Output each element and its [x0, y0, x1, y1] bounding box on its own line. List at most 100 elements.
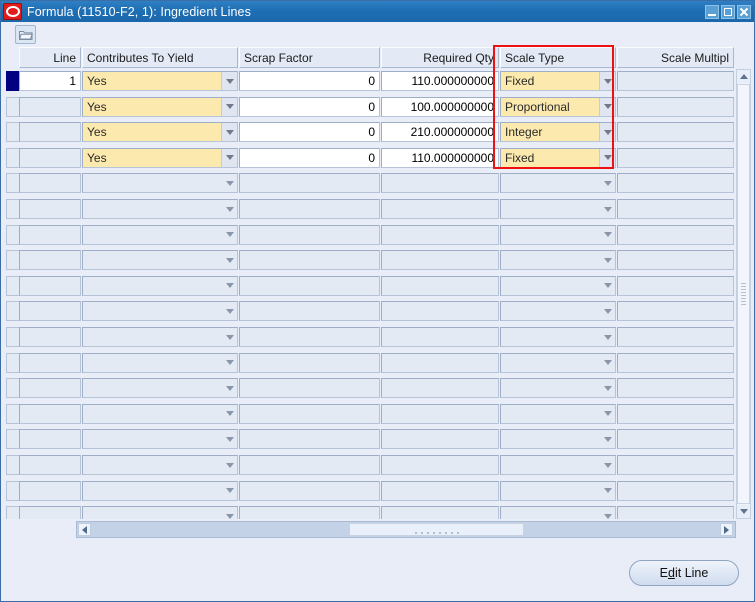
minimize-icon[interactable]: [705, 4, 719, 19]
chevron-down-icon[interactable]: [599, 123, 615, 142]
table-row[interactable]: [6, 171, 751, 197]
table-row[interactable]: [6, 402, 751, 428]
cell-scrap-factor[interactable]: [239, 301, 380, 322]
cell-scrap-factor[interactable]: 0: [239, 122, 380, 143]
cell-scale-multiplier[interactable]: [617, 403, 734, 424]
cell-required-qty[interactable]: [381, 506, 499, 519]
table-row[interactable]: [6, 453, 751, 479]
scroll-up-icon[interactable]: [737, 70, 750, 83]
chevron-down-icon[interactable]: [222, 456, 237, 474]
vertical-scrollbar-thumb[interactable]: [737, 84, 750, 504]
cell-contributes-to-yield[interactable]: [82, 506, 238, 519]
chevron-down-icon[interactable]: [600, 174, 615, 192]
scroll-right-icon[interactable]: [720, 523, 733, 536]
chevron-down-icon[interactable]: [222, 226, 237, 244]
chevron-down-icon[interactable]: [221, 148, 237, 167]
cell-scale-type[interactable]: [500, 173, 616, 194]
cell-scale-type[interactable]: [500, 378, 616, 399]
cell-scale-multiplier[interactable]: [617, 327, 734, 347]
cell-scale-multiplier[interactable]: [617, 455, 734, 475]
table-row[interactable]: [6, 479, 751, 505]
cell-contributes-to-yield[interactable]: Yes: [82, 122, 238, 143]
chevron-down-icon[interactable]: [222, 354, 237, 372]
cell-line[interactable]: [19, 122, 81, 143]
cell-required-qty[interactable]: [381, 480, 499, 501]
cell-required-qty[interactable]: [381, 250, 499, 271]
cell-line[interactable]: [19, 429, 81, 450]
cell-required-qty[interactable]: 210.000000000: [381, 122, 499, 143]
cell-scale-type[interactable]: Fixed: [500, 71, 616, 91]
cell-line[interactable]: [19, 455, 81, 475]
title-bar[interactable]: Formula (11510-F2, 1): Ingredient Lines: [1, 1, 754, 22]
cell-scale-multiplier[interactable]: [617, 275, 734, 296]
cell-contributes-to-yield[interactable]: Yes: [82, 71, 238, 91]
cell-contributes-to-yield[interactable]: [82, 250, 238, 271]
cell-scale-type[interactable]: [500, 224, 616, 245]
cell-contributes-to-yield[interactable]: Yes: [82, 147, 238, 168]
cell-required-qty[interactable]: 110.000000000: [381, 147, 499, 168]
cell-scale-multiplier[interactable]: [617, 147, 734, 168]
cell-scale-type[interactable]: Integer: [500, 122, 616, 143]
cell-scale-multiplier[interactable]: [617, 506, 734, 519]
cell-scale-multiplier[interactable]: [617, 71, 734, 91]
cell-required-qty[interactable]: [381, 455, 499, 475]
table-row[interactable]: [6, 248, 751, 274]
cell-line[interactable]: [19, 224, 81, 245]
maximize-icon[interactable]: [721, 4, 735, 19]
chevron-down-icon[interactable]: [222, 277, 237, 295]
cell-required-qty[interactable]: [381, 199, 499, 219]
chevron-down-icon[interactable]: [221, 123, 237, 142]
cell-required-qty[interactable]: 110.000000000: [381, 71, 499, 91]
chevron-down-icon[interactable]: [599, 97, 615, 116]
cell-scale-type[interactable]: Proportional: [500, 96, 616, 117]
cell-required-qty[interactable]: [381, 429, 499, 450]
cell-contributes-to-yield[interactable]: [82, 378, 238, 399]
table-row[interactable]: [6, 504, 751, 519]
cell-scale-multiplier[interactable]: [617, 173, 734, 194]
chevron-down-icon[interactable]: [222, 379, 237, 397]
chevron-down-icon[interactable]: [600, 277, 615, 295]
cell-required-qty[interactable]: 100.000000000: [381, 96, 499, 117]
cell-scrap-factor[interactable]: [239, 506, 380, 519]
chevron-down-icon[interactable]: [600, 354, 615, 372]
cell-scale-type[interactable]: Fixed: [500, 147, 616, 168]
cell-contributes-to-yield[interactable]: [82, 455, 238, 475]
chevron-down-icon[interactable]: [600, 226, 615, 244]
vertical-scrollbar[interactable]: [736, 69, 751, 519]
cell-required-qty[interactable]: [381, 224, 499, 245]
cell-line[interactable]: 1: [19, 71, 81, 91]
cell-scale-type[interactable]: [500, 429, 616, 450]
cell-contributes-to-yield[interactable]: [82, 480, 238, 501]
cell-scale-multiplier[interactable]: [617, 301, 734, 322]
cell-required-qty[interactable]: [381, 173, 499, 194]
cell-scale-multiplier[interactable]: [617, 480, 734, 501]
chevron-down-icon[interactable]: [600, 251, 615, 269]
cell-scale-type[interactable]: [500, 403, 616, 424]
cell-scrap-factor[interactable]: 0: [239, 147, 380, 168]
column-header-scale-multiplier[interactable]: Scale Multipl: [617, 47, 734, 68]
chevron-down-icon[interactable]: [599, 148, 615, 167]
chevron-down-icon[interactable]: [221, 72, 237, 90]
cell-scrap-factor[interactable]: [239, 455, 380, 475]
scroll-left-icon[interactable]: [78, 523, 91, 536]
column-header-scrap-factor[interactable]: Scrap Factor: [239, 47, 380, 68]
table-row[interactable]: [6, 427, 751, 453]
cell-line[interactable]: [19, 506, 81, 519]
scroll-down-icon[interactable]: [737, 505, 750, 518]
cell-contributes-to-yield[interactable]: [82, 429, 238, 450]
cell-contributes-to-yield[interactable]: [82, 275, 238, 296]
cell-scrap-factor[interactable]: [239, 199, 380, 219]
cell-line[interactable]: [19, 403, 81, 424]
chevron-down-icon[interactable]: [600, 379, 615, 397]
table-row[interactable]: [6, 274, 751, 300]
cell-scale-multiplier[interactable]: [617, 224, 734, 245]
chevron-down-icon[interactable]: [600, 302, 615, 320]
cell-scale-type[interactable]: [500, 352, 616, 373]
cell-scrap-factor[interactable]: 0: [239, 96, 380, 117]
chevron-down-icon[interactable]: [222, 328, 237, 346]
cell-scale-multiplier[interactable]: [617, 429, 734, 450]
chevron-down-icon[interactable]: [222, 251, 237, 269]
cell-scale-type[interactable]: [500, 327, 616, 347]
chevron-down-icon[interactable]: [222, 482, 237, 500]
chevron-down-icon[interactable]: [600, 482, 615, 500]
